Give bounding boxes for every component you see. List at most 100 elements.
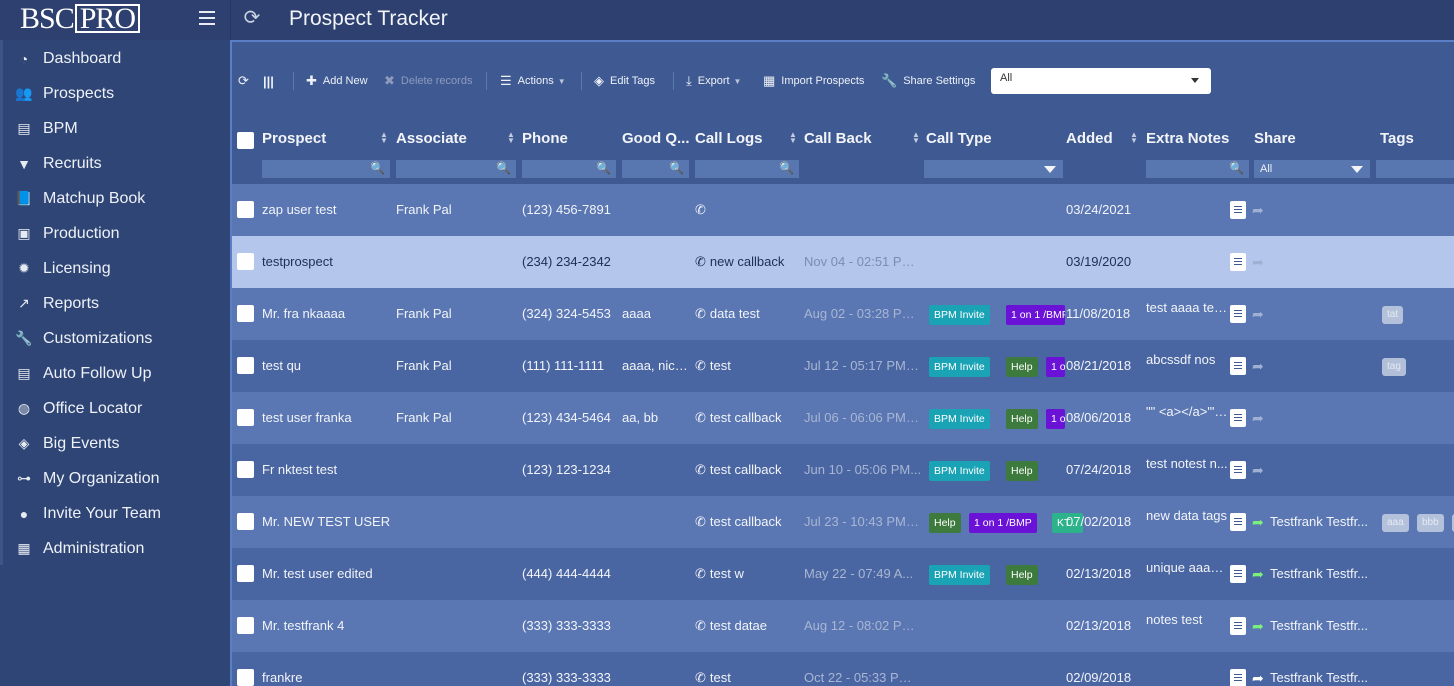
share-icon[interactable]: ➦ (1252, 513, 1264, 531)
shared-with[interactable] (1270, 392, 1374, 444)
call-log[interactable]: ✆ data test (695, 288, 801, 340)
share-icon[interactable]: ➦ (1252, 617, 1264, 635)
document-icon[interactable] (1230, 201, 1246, 219)
row-checkbox[interactable] (237, 409, 254, 426)
shared-with[interactable]: Testfrank Testfr... (1270, 548, 1374, 600)
column-header-good-questions[interactable]: Good Q... (622, 130, 690, 147)
column-header-share[interactable]: Share (1254, 130, 1296, 147)
prospect-name[interactable]: Mr. test user edited (262, 548, 392, 600)
column-header-associate[interactable]: Associate (396, 130, 467, 147)
delete-records-button[interactable]: ✖ Delete records (384, 66, 472, 96)
column-header-phone[interactable]: Phone (522, 130, 568, 147)
prospect-name[interactable]: frankre (262, 652, 392, 686)
add-new-button[interactable]: ✚ Add New (306, 66, 368, 96)
document-icon[interactable] (1230, 513, 1246, 531)
document-icon[interactable] (1230, 461, 1246, 479)
row-checkbox[interactable] (237, 513, 254, 530)
sidebar-item-bpm[interactable]: ▤ BPM (0, 111, 230, 146)
sort-icon[interactable]: ▲ ▼ (1130, 131, 1138, 145)
row-checkbox[interactable] (237, 253, 254, 270)
sort-icon[interactable]: ▲ ▼ (507, 131, 515, 145)
edit-tags-button[interactable]: ◈ Edit Tags (594, 66, 655, 96)
filter-associate[interactable]: 🔍 (396, 160, 516, 178)
call-log[interactable]: ✆ test callback (695, 496, 801, 548)
shared-with[interactable] (1270, 444, 1374, 496)
filter-share[interactable]: All (1254, 160, 1370, 178)
filter-extra-notes[interactable]: 🔍 (1146, 160, 1249, 178)
refresh-grid-button[interactable]: ⟳ (238, 66, 255, 96)
table-row[interactable]: zap user test Frank Pal (123) 456-7891 ✆ 03/… (232, 184, 1454, 236)
sidebar-item-big-events[interactable]: ◈ Big Events (0, 426, 230, 461)
sort-icon[interactable]: ▲ ▼ (380, 131, 388, 145)
bscpro-logo[interactable]: BSC PRO (20, 4, 141, 34)
sort-icon[interactable]: ▲ ▼ (789, 131, 797, 145)
tag-badge[interactable]: tat (1382, 306, 1404, 324)
prospect-name[interactable]: Mr. fra nkaaaa (262, 288, 392, 340)
view-filter-select[interactable]: All (991, 68, 1211, 94)
document-icon[interactable] (1230, 305, 1246, 323)
shared-with[interactable] (1270, 340, 1374, 392)
column-header-call-back[interactable]: Call Back (804, 130, 872, 147)
document-icon[interactable] (1230, 617, 1246, 635)
table-row[interactable]: Fr nktest test (123) 123-1234 ✆ test callba… (232, 444, 1454, 496)
phone-icon[interactable]: ✆ (695, 184, 706, 236)
sidebar-item-recruits[interactable]: ▼ Recruits (0, 146, 230, 181)
table-row[interactable]: frankre (333) 333-3333 ✆ test Oct 22 - 05:33… (232, 652, 1454, 686)
prospect-name[interactable]: test qu (262, 340, 392, 392)
call-log[interactable]: ✆ new callback (695, 236, 801, 288)
row-checkbox[interactable] (237, 201, 254, 218)
document-icon[interactable] (1230, 669, 1246, 686)
sidebar-item-my-organization[interactable]: ⊶ My Organization (0, 461, 230, 496)
column-header-call-logs[interactable]: Call Logs (695, 130, 763, 147)
sidebar-item-licensing[interactable]: ✹ Licensing (0, 251, 230, 286)
sidebar-item-customizations[interactable]: 🔧 Customizations (0, 321, 230, 356)
table-row[interactable]: Mr. fra nkaaaa Frank Pal (324) 324-5453 aaa… (232, 288, 1454, 340)
column-header-tags[interactable]: Tags (1380, 130, 1414, 147)
prospect-name[interactable]: zap user test (262, 184, 392, 236)
sidebar-item-production[interactable]: ▣ Production (0, 216, 230, 251)
prospect-name[interactable]: testprospect (262, 236, 392, 288)
share-icon[interactable]: ➦ (1252, 669, 1264, 686)
row-checkbox[interactable] (237, 461, 254, 478)
table-row[interactable]: Mr. NEW TEST USER ✆ test callback Jul 23 - … (232, 496, 1454, 548)
document-icon[interactable] (1230, 565, 1246, 583)
tag-badge[interactable]: aaa (1382, 514, 1409, 532)
share-icon[interactable]: ➦ (1252, 253, 1264, 271)
table-row[interactable]: testprospect (234) 234-2342 ✆ new callback N… (232, 236, 1454, 288)
filter-prospect[interactable]: 🔍 (262, 160, 390, 178)
document-icon[interactable] (1230, 409, 1246, 427)
document-icon[interactable] (1230, 253, 1246, 271)
table-row[interactable]: Mr. test user edited (444) 444-4444 ✆ test … (232, 548, 1454, 600)
phone-icon[interactable]: ✆ (695, 392, 706, 444)
sort-icon[interactable]: ▲ ▼ (912, 131, 920, 145)
select-all-checkbox[interactable] (237, 132, 254, 149)
prospect-name[interactable]: Fr nktest test (262, 444, 392, 496)
prospect-name[interactable]: Mr. testfrank 4 (262, 600, 392, 652)
phone-icon[interactable]: ✆ (695, 600, 706, 652)
share-icon[interactable]: ➦ (1252, 201, 1264, 219)
document-icon[interactable] (1230, 357, 1246, 375)
sidebar-item-administration[interactable]: ▦ Administration (0, 531, 230, 566)
row-checkbox[interactable] (237, 565, 254, 582)
phone-icon[interactable]: ✆ (695, 288, 706, 340)
filter-call-logs[interactable]: 🔍 (695, 160, 799, 178)
sidebar-item-office-locator[interactable]: ◍ Office Locator (0, 391, 230, 426)
sidebar-item-reports[interactable]: ↗ Reports (0, 286, 230, 321)
row-checkbox[interactable] (237, 617, 254, 634)
column-header-call-type[interactable]: Call Type (926, 130, 992, 147)
call-log[interactable]: ✆ test callback (695, 392, 801, 444)
phone-icon[interactable]: ✆ (695, 652, 706, 686)
row-checkbox[interactable] (237, 669, 254, 686)
shared-with[interactable] (1270, 236, 1374, 288)
phone-icon[interactable]: ✆ (695, 444, 706, 496)
prospect-name[interactable]: Mr. NEW TEST USER (262, 496, 392, 548)
shared-with[interactable]: Testfrank Testfr... (1270, 652, 1374, 686)
import-prospects-button[interactable]: ▦ Import Prospects (763, 66, 864, 96)
row-checkbox[interactable] (237, 357, 254, 374)
sidebar-item-dashboard[interactable]: ◔ Dashboard (0, 41, 230, 76)
sidebar-item-prospects[interactable]: 👥 Prospects (0, 76, 230, 111)
column-header-extra-notes[interactable]: Extra Notes (1146, 130, 1229, 147)
filter-phone[interactable]: 🔍 (522, 160, 616, 178)
refresh-icon[interactable]: ⟳ (240, 6, 264, 30)
share-icon[interactable]: ➦ (1252, 565, 1264, 583)
